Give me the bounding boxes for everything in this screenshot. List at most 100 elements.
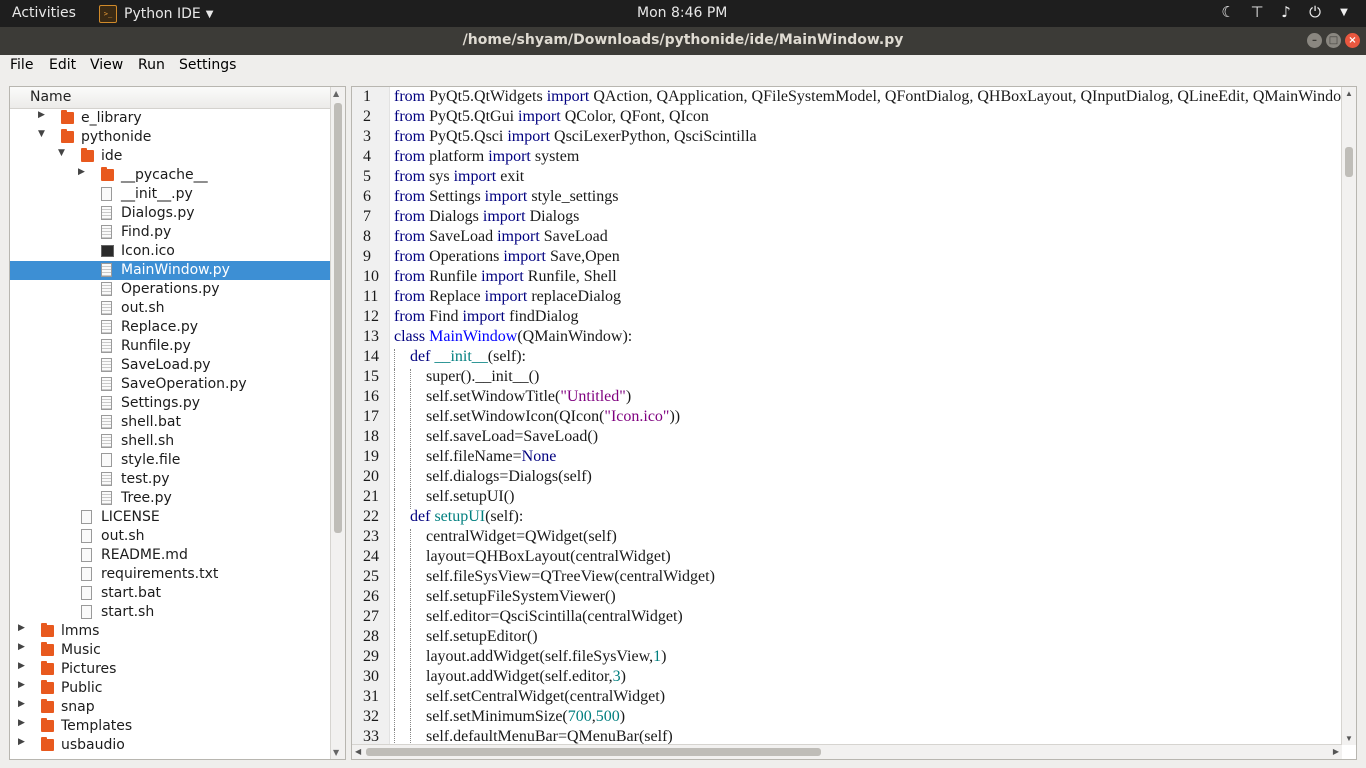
code-line[interactable]: layout.addWidget(self.fileSysView,1) [426, 648, 666, 666]
app-menu-button[interactable]: >_ Python IDE ▼ [99, 5, 213, 23]
code-line[interactable]: from Replace import replaceDialog [394, 288, 621, 306]
volume-icon[interactable]: ♪ [1276, 3, 1296, 23]
power-icon[interactable]: ⏻ [1305, 3, 1325, 23]
activities-button[interactable]: Activities [12, 5, 76, 21]
collapse-arrow-icon[interactable]: ▶ [18, 737, 28, 747]
tree-item[interactable]: Replace.py [10, 318, 330, 337]
collapse-arrow-icon[interactable]: ▶ [38, 110, 48, 120]
tree-item[interactable]: ▶ usbaudio [10, 736, 330, 755]
code-line[interactable]: self.editor=QsciScintilla(centralWidget) [426, 608, 683, 626]
code-line[interactable]: def setupUI(self): [410, 508, 523, 526]
tree-item[interactable]: requirements.txt [10, 565, 330, 584]
code-line[interactable]: self.setupEditor() [426, 628, 538, 646]
tree-item[interactable]: out.sh [10, 527, 330, 546]
code-line[interactable]: from PyQt5.QtGui import QColor, QFont, Q… [394, 108, 709, 126]
tree-item[interactable]: Find.py [10, 223, 330, 242]
code-line[interactable]: super().__init__() [426, 368, 539, 386]
expand-arrow-icon[interactable]: ▼ [58, 148, 68, 158]
collapse-arrow-icon[interactable]: ▶ [18, 680, 28, 690]
code-line[interactable]: class MainWindow(QMainWindow): [394, 328, 632, 346]
scroll-down-icon[interactable]: ▼ [333, 748, 339, 757]
code-line[interactable]: self.setCentralWidget(centralWidget) [426, 688, 665, 706]
editor-hscroll-thumb[interactable] [366, 748, 821, 756]
maximize-button[interactable]: □ [1326, 33, 1341, 48]
tree-item[interactable]: ▶ Templates [10, 717, 330, 736]
editor-vertical-scrollbar[interactable]: ▲ ▼ [1341, 87, 1356, 745]
scroll-up-icon[interactable]: ▲ [1345, 89, 1353, 98]
tree-item[interactable]: style.file [10, 451, 330, 470]
tree-item[interactable]: out.sh [10, 299, 330, 318]
collapse-arrow-icon[interactable]: ▶ [18, 699, 28, 709]
tree-item[interactable]: ▶ lmms [10, 622, 330, 641]
code-line[interactable]: from PyQt5.QtWidgets import QAction, QAp… [394, 88, 1353, 106]
tree-item[interactable]: Settings.py [10, 394, 330, 413]
tree-item[interactable]: ▶ __pycache__ [10, 166, 330, 185]
tree-item[interactable]: test.py [10, 470, 330, 489]
tree-item[interactable]: Icon.ico [10, 242, 330, 261]
menu-file[interactable]: File [10, 57, 33, 73]
editor-vscroll-thumb[interactable] [1345, 147, 1353, 177]
tree-item[interactable]: Runfile.py [10, 337, 330, 356]
scroll-down-icon[interactable]: ▼ [1345, 734, 1353, 743]
code-line[interactable]: self.setWindowIcon(QIcon("Icon.ico")) [426, 408, 680, 426]
code-line[interactable]: from Settings import style_settings [394, 188, 618, 206]
code-line[interactable]: from SaveLoad import SaveLoad [394, 228, 608, 246]
scroll-up-icon[interactable]: ▲ [333, 89, 339, 98]
menu-view[interactable]: View [90, 57, 123, 73]
tree-item[interactable]: start.sh [10, 603, 330, 622]
code-line[interactable]: self.fileName=None [426, 448, 556, 466]
code-line[interactable]: self.dialogs=Dialogs(self) [426, 468, 592, 486]
collapse-arrow-icon[interactable]: ▶ [18, 718, 28, 728]
close-button[interactable]: × [1345, 33, 1360, 48]
file-tree[interactable]: Name ▶ e_library ▼ pythonide ▼ ide ▶ __pycache_… [9, 86, 346, 760]
tree-item[interactable]: ▼ ide [10, 147, 330, 166]
code-line[interactable]: self.saveLoad=SaveLoad() [426, 428, 598, 446]
tree-vertical-scrollbar[interactable]: ▲ ▼ [330, 87, 345, 759]
tree-item[interactable]: shell.bat [10, 413, 330, 432]
tree-item[interactable]: README.md [10, 546, 330, 565]
tree-item[interactable]: Dialogs.py [10, 204, 330, 223]
editor-horizontal-scrollbar[interactable]: ◀ ▶ [352, 744, 1342, 759]
chevron-down-icon[interactable]: ▼ [1334, 3, 1354, 23]
tree-item[interactable]: ▶ snap [10, 698, 330, 717]
tree-item[interactable]: SaveOperation.py [10, 375, 330, 394]
code-line[interactable]: from PyQt5.Qsci import QsciLexerPython, … [394, 128, 757, 146]
collapse-arrow-icon[interactable]: ▶ [18, 642, 28, 652]
scroll-right-icon[interactable]: ▶ [1333, 747, 1339, 756]
code-line[interactable]: self.setWindowTitle("Untitled") [426, 388, 631, 406]
code-line[interactable]: from platform import system [394, 148, 579, 166]
expand-arrow-icon[interactable]: ▼ [38, 129, 48, 139]
window-title-bar[interactable]: /home/shyam/Downloads/pythonide/ide/Main… [0, 27, 1366, 55]
code-line[interactable]: from Dialogs import Dialogs [394, 208, 579, 226]
tree-item[interactable]: Tree.py [10, 489, 330, 508]
network-icon[interactable]: ⊤ [1247, 3, 1267, 23]
tree-item[interactable]: LICENSE [10, 508, 330, 527]
code-line[interactable]: layout.addWidget(self.editor,3) [426, 668, 626, 686]
tree-item[interactable]: ▼ pythonide [10, 128, 330, 147]
collapse-arrow-icon[interactable]: ▶ [78, 167, 88, 177]
collapse-arrow-icon[interactable]: ▶ [18, 661, 28, 671]
minimize-button[interactable]: – [1307, 33, 1322, 48]
code-line[interactable]: self.setupUI() [426, 488, 514, 506]
clock[interactable]: Mon 8:46 PM [637, 5, 727, 21]
code-line[interactable]: def __init__(self): [410, 348, 526, 366]
code-line[interactable]: from Operations import Save,Open [394, 248, 620, 266]
tree-item[interactable]: Operations.py [10, 280, 330, 299]
code-line[interactable]: from Runfile import Runfile, Shell [394, 268, 617, 286]
tree-item[interactable]: shell.sh [10, 432, 330, 451]
code-line[interactable]: layout=QHBoxLayout(centralWidget) [426, 548, 671, 566]
code-line[interactable]: from sys import exit [394, 168, 524, 186]
menu-edit[interactable]: Edit [49, 57, 76, 73]
collapse-arrow-icon[interactable]: ▶ [18, 623, 28, 633]
code-line[interactable]: self.fileSysView=QTreeView(centralWidget… [426, 568, 715, 586]
tree-item[interactable]: ▶ Public [10, 679, 330, 698]
tree-item[interactable]: __init__.py [10, 185, 330, 204]
tree-item[interactable]: ▶ Pictures [10, 660, 330, 679]
tree-item[interactable]: ▶ e_library [10, 109, 330, 128]
tree-scroll-thumb[interactable] [334, 103, 342, 533]
menu-run[interactable]: Run [138, 57, 165, 73]
night-mode-icon[interactable]: ☾ [1218, 3, 1238, 23]
tree-item[interactable]: start.bat [10, 584, 330, 603]
code-line[interactable]: from Find import findDialog [394, 308, 578, 326]
tree-item[interactable]: SaveLoad.py [10, 356, 330, 375]
